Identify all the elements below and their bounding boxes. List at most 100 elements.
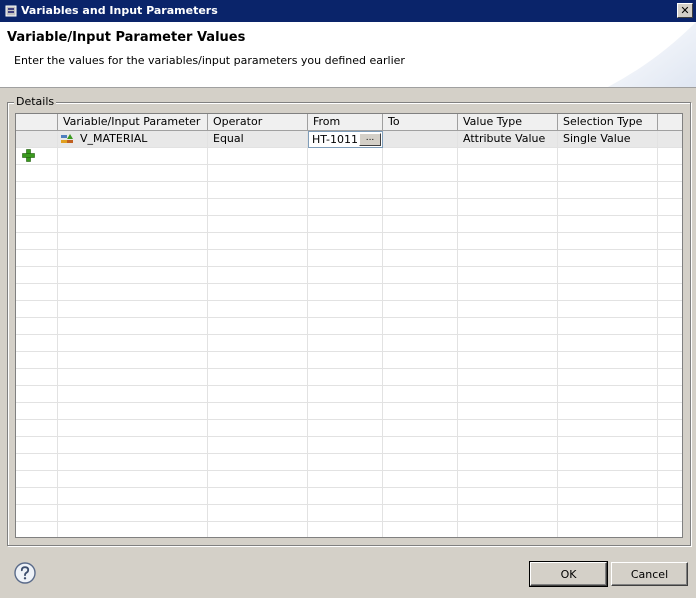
table-cell[interactable] bbox=[458, 369, 558, 386]
table-cell[interactable] bbox=[308, 301, 383, 318]
variable-cell[interactable]: V_MATERIAL bbox=[58, 131, 208, 148]
table-row[interactable] bbox=[16, 199, 682, 216]
operator-cell[interactable]: Equal bbox=[208, 131, 308, 148]
table-cell[interactable] bbox=[383, 267, 458, 284]
table-cell[interactable] bbox=[308, 386, 383, 403]
cancel-button[interactable]: Cancel bbox=[611, 562, 688, 586]
table-cell[interactable] bbox=[58, 471, 208, 488]
from-value[interactable]: HT-1011 bbox=[312, 132, 358, 147]
table-cell[interactable] bbox=[383, 199, 458, 216]
from-value-editor[interactable]: HT-1011 ... bbox=[308, 131, 383, 148]
table-cell[interactable] bbox=[58, 454, 208, 471]
table-cell[interactable] bbox=[16, 369, 58, 386]
table-cell[interactable] bbox=[558, 301, 658, 318]
table-cell[interactable] bbox=[308, 437, 383, 454]
table-cell[interactable] bbox=[458, 522, 558, 537]
table-cell[interactable] bbox=[58, 437, 208, 454]
table-cell[interactable] bbox=[458, 284, 558, 301]
table-cell[interactable] bbox=[16, 454, 58, 471]
table-cell[interactable] bbox=[558, 352, 658, 369]
table-cell[interactable] bbox=[308, 182, 383, 199]
table-cell[interactable] bbox=[208, 454, 308, 471]
table-cell[interactable] bbox=[458, 386, 558, 403]
table-cell[interactable] bbox=[208, 420, 308, 437]
table-row[interactable] bbox=[16, 403, 682, 420]
table-cell[interactable] bbox=[558, 182, 658, 199]
add-row-icon[interactable] bbox=[22, 149, 35, 162]
table-cell[interactable] bbox=[308, 505, 383, 522]
table-cell[interactable] bbox=[558, 437, 658, 454]
table-row[interactable] bbox=[16, 318, 682, 335]
table-cell[interactable] bbox=[458, 182, 558, 199]
close-button[interactable]: ✕ bbox=[677, 3, 693, 18]
table-row[interactable] bbox=[16, 505, 682, 522]
table-row[interactable] bbox=[16, 216, 682, 233]
column-header-to[interactable]: To bbox=[383, 114, 458, 131]
add-row[interactable] bbox=[16, 148, 682, 165]
table-row[interactable] bbox=[16, 233, 682, 250]
table-cell[interactable] bbox=[308, 267, 383, 284]
table-cell[interactable] bbox=[16, 505, 58, 522]
table-cell[interactable] bbox=[383, 505, 458, 522]
table-cell[interactable] bbox=[558, 199, 658, 216]
table-cell[interactable] bbox=[208, 471, 308, 488]
table-cell[interactable] bbox=[308, 471, 383, 488]
table-cell[interactable] bbox=[458, 505, 558, 522]
table-cell[interactable] bbox=[208, 301, 308, 318]
table-row[interactable] bbox=[16, 301, 682, 318]
table-cell[interactable] bbox=[58, 505, 208, 522]
table-cell[interactable] bbox=[558, 488, 658, 505]
table-cell[interactable] bbox=[16, 488, 58, 505]
table-cell[interactable] bbox=[558, 318, 658, 335]
table-row[interactable] bbox=[16, 420, 682, 437]
table-row[interactable] bbox=[16, 335, 682, 352]
table-cell[interactable] bbox=[58, 233, 208, 250]
table-cell[interactable] bbox=[458, 352, 558, 369]
table-cell[interactable] bbox=[58, 199, 208, 216]
table-cell[interactable] bbox=[208, 318, 308, 335]
table-cell[interactable] bbox=[58, 403, 208, 420]
table-cell[interactable] bbox=[208, 522, 308, 537]
table-cell[interactable] bbox=[383, 165, 458, 182]
table-cell[interactable] bbox=[58, 352, 208, 369]
table-cell[interactable] bbox=[383, 403, 458, 420]
table-cell[interactable] bbox=[16, 267, 58, 284]
column-header-operator[interactable]: Operator bbox=[208, 114, 308, 131]
table-cell[interactable] bbox=[16, 352, 58, 369]
table-cell[interactable] bbox=[208, 284, 308, 301]
table-cell[interactable] bbox=[558, 522, 658, 537]
table-cell[interactable] bbox=[208, 437, 308, 454]
table-cell[interactable] bbox=[458, 318, 558, 335]
table-row[interactable] bbox=[16, 471, 682, 488]
table-cell[interactable] bbox=[16, 386, 58, 403]
table-cell[interactable] bbox=[383, 216, 458, 233]
table-cell[interactable] bbox=[58, 165, 208, 182]
table-cell[interactable] bbox=[383, 301, 458, 318]
table-cell[interactable] bbox=[558, 165, 658, 182]
table-cell[interactable] bbox=[58, 488, 208, 505]
parameters-table[interactable]: Variable/Input Parameter Operator From T… bbox=[15, 113, 683, 538]
table-cell[interactable] bbox=[308, 284, 383, 301]
table-cell[interactable] bbox=[383, 335, 458, 352]
table-cell[interactable] bbox=[558, 216, 658, 233]
table-row[interactable] bbox=[16, 369, 682, 386]
table-cell[interactable] bbox=[383, 318, 458, 335]
table-row[interactable] bbox=[16, 250, 682, 267]
table-cell[interactable] bbox=[558, 471, 658, 488]
table-cell[interactable] bbox=[58, 284, 208, 301]
table-cell[interactable] bbox=[308, 420, 383, 437]
table-cell[interactable] bbox=[308, 335, 383, 352]
table-cell[interactable] bbox=[16, 216, 58, 233]
table-cell[interactable] bbox=[16, 471, 58, 488]
table-cell[interactable] bbox=[16, 250, 58, 267]
table-row[interactable] bbox=[16, 454, 682, 471]
table-cell[interactable] bbox=[58, 267, 208, 284]
table-cell[interactable] bbox=[308, 250, 383, 267]
ok-button[interactable]: OK bbox=[529, 561, 608, 587]
table-cell[interactable] bbox=[458, 488, 558, 505]
table-cell[interactable] bbox=[208, 233, 308, 250]
table-row[interactable] bbox=[16, 165, 682, 182]
table-cell[interactable] bbox=[383, 522, 458, 537]
table-cell[interactable] bbox=[58, 301, 208, 318]
table-cell[interactable] bbox=[383, 471, 458, 488]
